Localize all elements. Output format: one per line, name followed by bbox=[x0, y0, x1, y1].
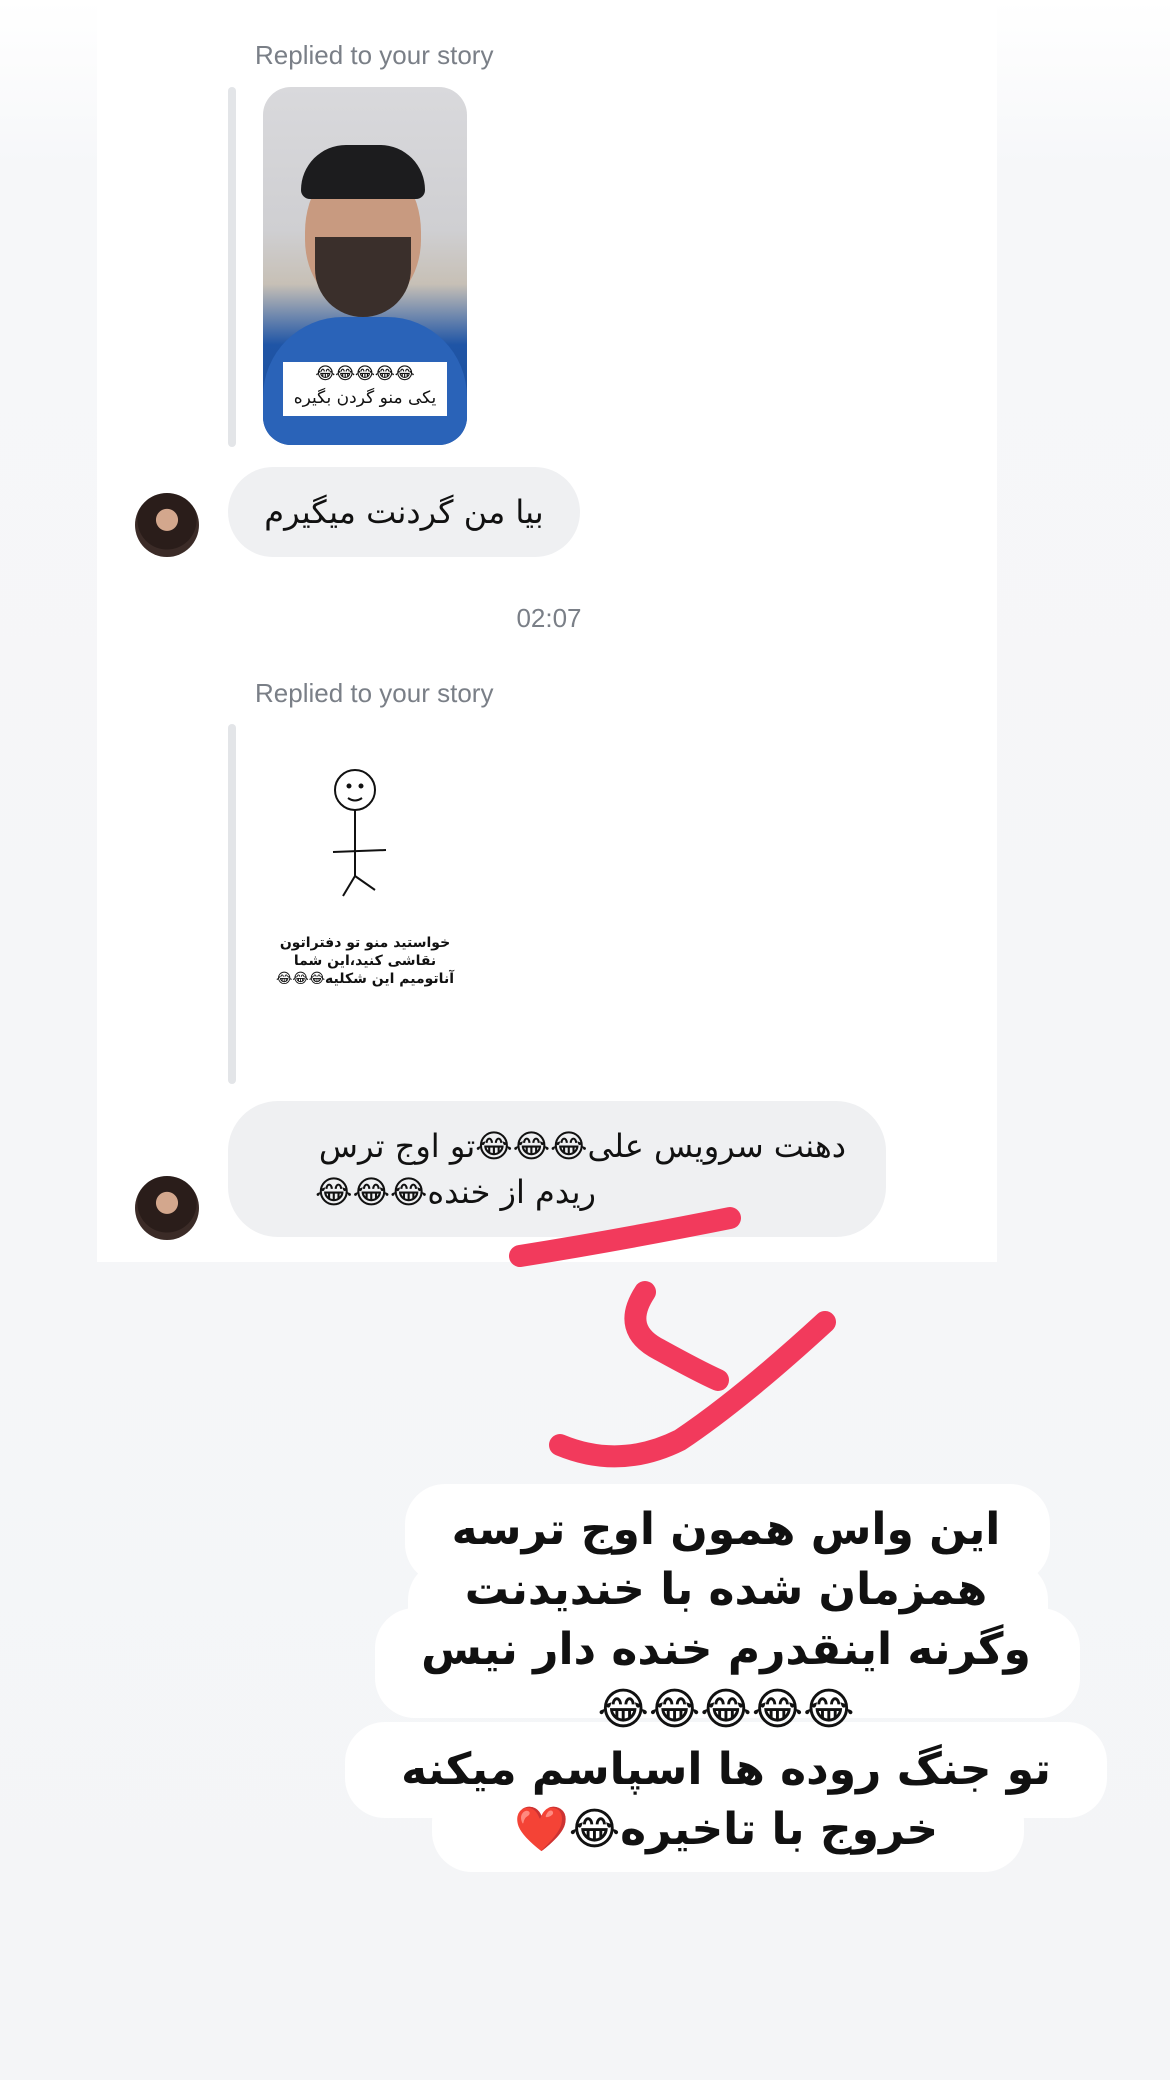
overlay-line: این واس همون اوج ترسه bbox=[451, 1504, 1001, 1555]
overlay-line: تو جنگ روده ها اسپاسم میکنه bbox=[401, 1744, 1051, 1795]
overlay-line: همزمان شده با خندیدنت bbox=[464, 1564, 988, 1615]
overlay-line: 😂😂😂😂😂 bbox=[597, 1684, 855, 1735]
overlay-line: خروج با تاخیره😂❤️ bbox=[513, 1804, 939, 1855]
overlay-line: وگرنه اینقدرم خنده دار نیس bbox=[421, 1624, 1031, 1675]
overlay-caption: این واس همون اوج ترسه همزمان شده با خندی… bbox=[345, 1500, 1107, 1860]
